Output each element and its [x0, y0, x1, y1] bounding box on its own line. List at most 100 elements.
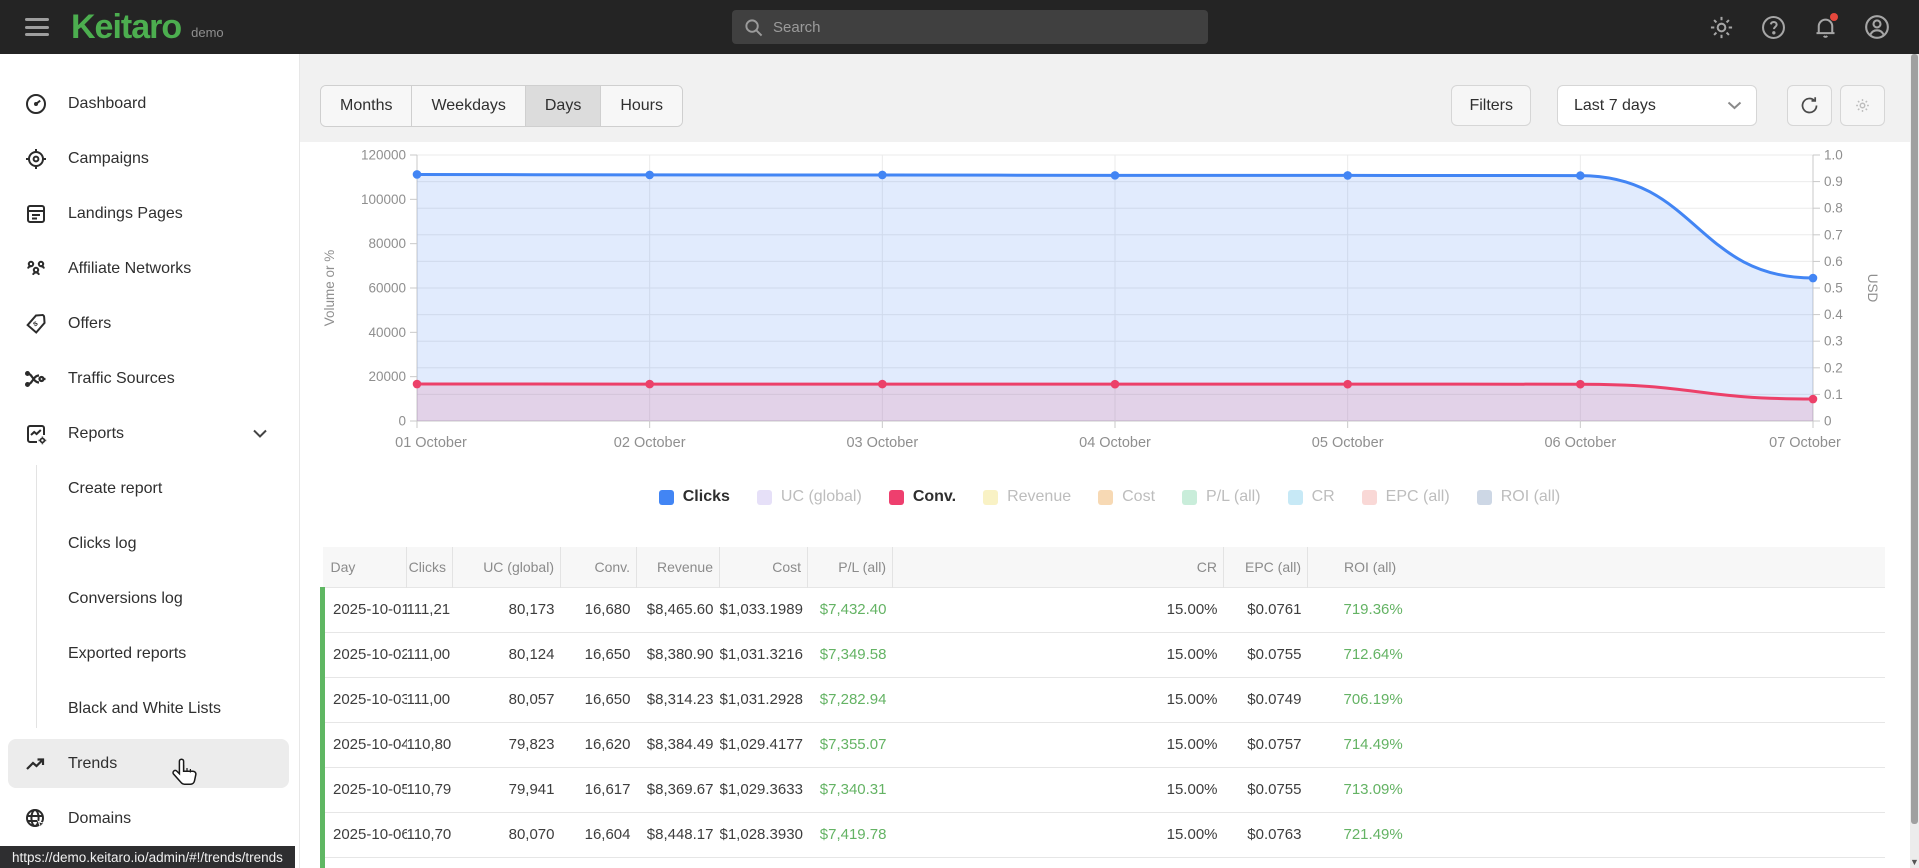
sidebar-item-black-white-lists[interactable]: Black and White Lists [0, 681, 299, 736]
data-point[interactable] [645, 379, 654, 389]
legend-item-epc-all[interactable]: EPC (all) [1361, 488, 1450, 506]
tab-days[interactable]: Days [525, 86, 602, 126]
data-point[interactable] [878, 379, 887, 389]
sidebar-item-affiliate-networks[interactable]: Affiliate Networks [0, 241, 299, 296]
sidebar-item-traffic-sources[interactable]: Traffic Sources [0, 351, 299, 406]
report-chart-gear-icon [27, 424, 47, 444]
data-point[interactable] [1808, 273, 1818, 283]
user-avatar-icon[interactable] [1863, 13, 1891, 41]
data-point[interactable] [1576, 379, 1585, 389]
table-row[interactable]: 2025-10-02 111,00 80,124 16,650 $8,380.90 $1,… [320, 631, 1885, 677]
column-header-day[interactable]: Day [322, 547, 407, 587]
legend-item-uc-global[interactable]: UC (global) [756, 488, 862, 506]
data-point[interactable] [645, 170, 654, 180]
data-point[interactable] [1110, 171, 1120, 180]
status-url: https://demo.keitaro.io/admin/#!/trends/… [12, 849, 283, 865]
data-point[interactable] [412, 379, 422, 389]
column-header-roi-all[interactable]: ROI (all) [1307, 547, 1885, 587]
legend-label: CR [1311, 488, 1335, 505]
hamburger-menu-icon[interactable] [25, 18, 49, 36]
vertical-scrollbar[interactable]: ▼ [1910, 54, 1919, 868]
table-row[interactable]: 2025-10-0744,4844,4576,648$4,093.94$527.… [320, 856, 1885, 868]
dashboard-gauge-icon [26, 93, 46, 114]
data-point[interactable] [412, 170, 422, 179]
column-header-revenue[interactable]: Revenue [636, 547, 720, 587]
filters-button[interactable]: Filters [1451, 85, 1531, 126]
date-range-value: Last 7 days [1574, 96, 1656, 114]
table-cell: 110,70 [406, 811, 453, 857]
table-cell: 706.19% [1307, 676, 1885, 722]
chart-settings-button[interactable] [1840, 85, 1885, 126]
legend-swatch [1476, 489, 1492, 505]
refresh-button[interactable] [1787, 85, 1832, 126]
column-header-conv[interactable]: Conv. [560, 547, 637, 587]
sidebar-item-label: Traffic Sources [68, 369, 175, 387]
sidebar-item-reports[interactable]: Reports [0, 406, 299, 461]
sidebar-item-clicks-log[interactable]: Clicks log [0, 516, 299, 571]
sidebar-item-conversions-log[interactable]: Conversions log [0, 571, 299, 626]
help-icon[interactable] [1759, 13, 1787, 41]
table-cell: 15.00% [892, 676, 1224, 722]
table-cell: 714.49% [1307, 721, 1885, 767]
settings-gear-icon[interactable] [1707, 13, 1735, 41]
table-row[interactable]: 2025-10-05 110,79 79,941 16,617 $8,369.67 $1,… [320, 766, 1885, 812]
data-point[interactable] [1110, 379, 1120, 389]
sidebar-item-landings-pages[interactable]: Landings Pages [0, 186, 299, 241]
scrollbar-thumb[interactable] [1911, 54, 1918, 824]
scrollbar-down-arrow[interactable]: ▼ [1910, 857, 1919, 867]
sidebar-item-trends[interactable]: Trends [0, 736, 299, 791]
left-axis-tick-label: 20000 [368, 369, 406, 384]
series-area-conv [417, 384, 1813, 421]
table-cell: 111,00 [406, 631, 453, 677]
legend-item-clicks[interactable]: Clicks [658, 488, 730, 506]
legend-swatch [1287, 489, 1303, 505]
trends-line-chart[interactable]: 0 20000 40000 60000 80000 100000 120000 0 0.1 0.2… [320, 142, 1885, 472]
chevron-down-icon [1727, 101, 1742, 110]
column-header-cr[interactable]: CR [892, 547, 1224, 587]
sidebar-item-domains[interactable]: Domains [0, 791, 299, 846]
data-point[interactable] [1343, 171, 1352, 180]
data-point[interactable] [878, 170, 887, 180]
legend-item-cost[interactable]: Cost [1098, 488, 1155, 506]
column-header-clicks[interactable]: Clicks [406, 547, 453, 587]
refresh-icon [1801, 97, 1818, 114]
table-cell: $0.0717 [1223, 856, 1308, 868]
table-row[interactable]: 2025-10-01 111,21 80,173 16,680 $8,465.60 $1,… [320, 586, 1885, 632]
table-row[interactable]: 2025-10-03 111,00 80,057 16,650 $8,314.23 $1,… [320, 676, 1885, 722]
table-row[interactable]: 2025-10-06 110,70 80,070 16,604 $8,448.17 $1,… [320, 811, 1885, 857]
keitaro-logo[interactable]: Keitaro [71, 8, 182, 47]
legend-item-conv[interactable]: Conv. [888, 488, 956, 506]
legend-item-roi-all[interactable]: ROI (all) [1476, 488, 1560, 506]
right-axis-tick-label: 0.6 [1824, 254, 1843, 269]
legend-item-cr[interactable]: CR [1287, 488, 1335, 506]
legend-label: EPC (all) [1385, 488, 1450, 505]
sidebar-item-exported-reports[interactable]: Exported reports [0, 626, 299, 681]
table-cell: 15.00% [892, 721, 1224, 767]
column-header-p-l-all[interactable]: P/L (all) [807, 547, 893, 587]
table-cell: 15.00% [892, 856, 1224, 868]
sidebar-item-dashboard[interactable]: Dashboard [0, 76, 299, 131]
notifications-bell-icon[interactable] [1811, 13, 1839, 41]
date-range-select[interactable]: Last 7 days [1557, 85, 1757, 126]
tab-weekdays[interactable]: Weekdays [412, 86, 526, 126]
sidebar-item-campaigns[interactable]: Campaigns [0, 131, 299, 186]
search-input[interactable]: Search [732, 10, 1208, 44]
legend-item-p-l-all[interactable]: P/L (all) [1182, 488, 1261, 506]
table-cell: 713.09% [1307, 766, 1885, 812]
sidebar-item-label: Landings Pages [68, 204, 183, 222]
table-cell: $7,349.58 [807, 631, 893, 677]
sidebar-item-offers[interactable]: s Offers [0, 296, 299, 351]
data-point[interactable] [1808, 394, 1818, 404]
column-header-epc-all[interactable]: EPC (all) [1223, 547, 1308, 587]
sidebar-item-create-report[interactable]: Create report [0, 461, 299, 516]
column-header-uc-global[interactable]: UC (global) [452, 547, 561, 587]
tab-months[interactable]: Months [321, 86, 413, 126]
data-point[interactable] [1343, 379, 1352, 389]
data-point[interactable] [1576, 171, 1585, 180]
top-bar: Keitaro demo Search [0, 0, 1919, 54]
column-header-cost[interactable]: Cost [719, 547, 808, 587]
tab-hours[interactable]: Hours [601, 86, 683, 126]
table-row[interactable]: 2025-10-04 110,80 79,823 16,620 $8,384.49 $1,… [320, 721, 1885, 767]
right-axis-tick-label: 0.2 [1824, 360, 1843, 375]
legend-item-revenue[interactable]: Revenue [983, 488, 1071, 506]
